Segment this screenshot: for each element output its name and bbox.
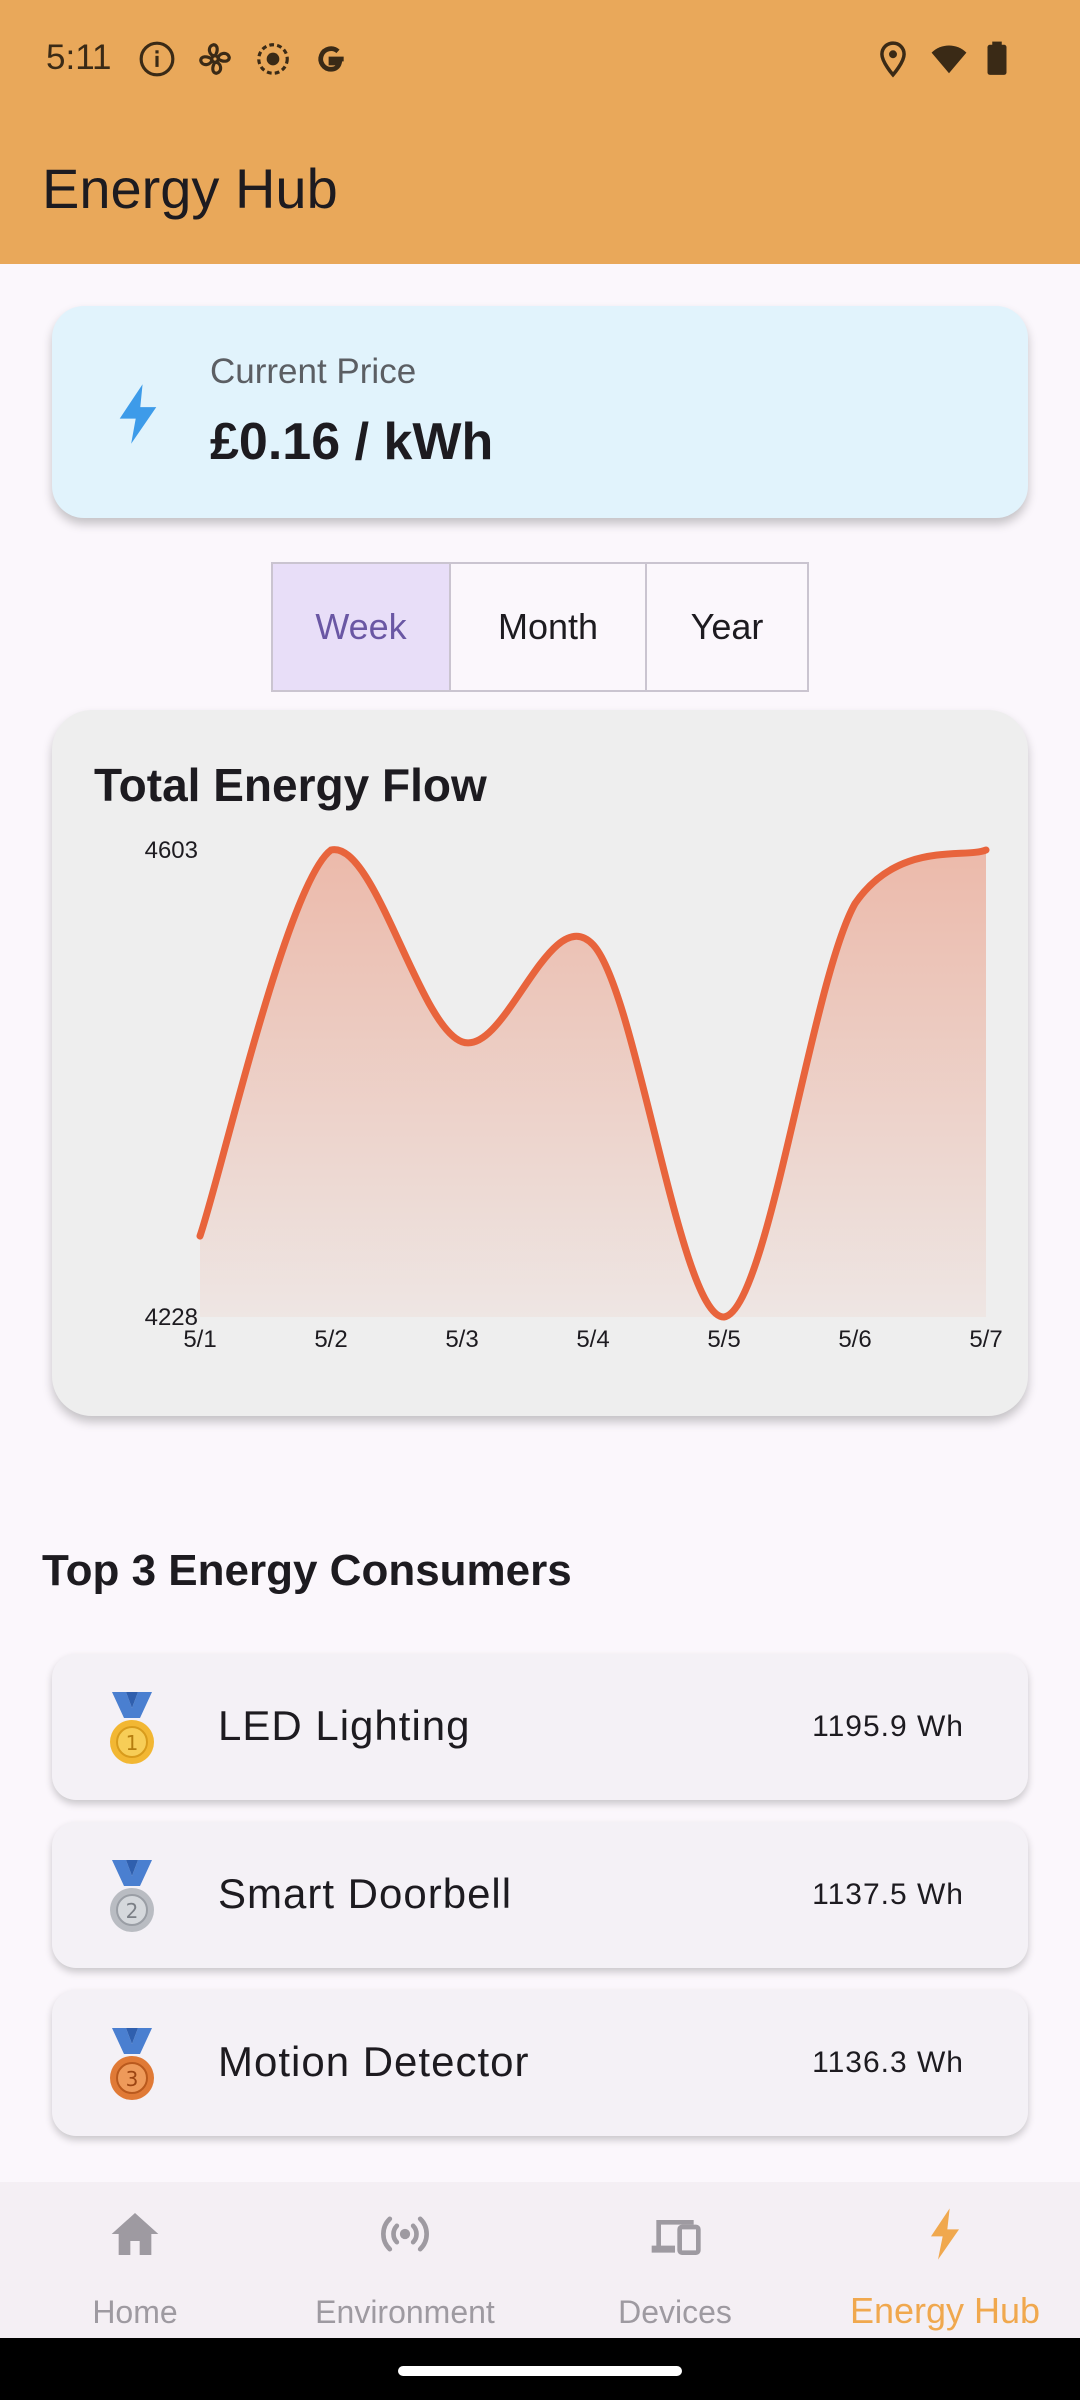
period-option-year[interactable]: Year <box>647 564 807 690</box>
nav-label-energy-hub: Energy Hub <box>849 2290 1041 2331</box>
consumer-name: Smart Doorbell <box>218 1870 513 1917</box>
nav-item-energy-hub[interactable]: Energy Hub <box>810 2182 1080 2338</box>
nav-item-home[interactable]: Home <box>0 2182 270 2338</box>
period-option-week[interactable]: Week <box>273 564 451 690</box>
nav-item-environment[interactable]: Environment <box>270 2182 540 2338</box>
silver-medal-icon: 2 <box>110 1860 154 1932</box>
wifi-icon <box>931 45 967 74</box>
energy-flow-chart-card: Total Energy Flow 5/1 5/2 5/3 5/4 5/5 5/6 5/7 4… <box>52 710 1028 1416</box>
x-tick-label: 5/5 <box>707 1326 740 1353</box>
info-icon <box>139 41 175 77</box>
consumer-name: Motion Detector <box>218 2038 530 2085</box>
devices-icon <box>651 2220 701 2255</box>
app-bar: 5:11 Energy Hub <box>0 0 1080 264</box>
bolt-icon <box>931 2208 959 2260</box>
page-title: Energy Hub <box>42 157 338 220</box>
record-icon <box>257 43 289 75</box>
x-tick-label: 5/6 <box>838 1326 871 1353</box>
x-tick-label: 5/7 <box>969 1326 1002 1353</box>
consumer-value: 1137.5 Wh <box>812 1878 964 1911</box>
period-selector: Week Month Year <box>271 562 809 692</box>
sensors-icon <box>381 2216 429 2252</box>
svg-text:1: 1 <box>126 1731 139 1755</box>
list-item[interactable]: 1 LED Lighting 1195.9 Wh <box>52 1654 1028 1800</box>
x-tick-label: 5/4 <box>576 1326 609 1353</box>
svg-text:2: 2 <box>126 1899 139 1923</box>
chart-area-fill <box>200 849 986 1318</box>
bottom-navigation: Home Environment Devices Energy Hub <box>0 2182 1080 2338</box>
list-item[interactable]: 3 Motion Detector 1136.3 Wh <box>52 1990 1028 2136</box>
status-bar: 5:11 <box>0 0 1080 120</box>
x-tick-label: 5/2 <box>314 1326 347 1353</box>
list-item[interactable]: 2 Smart Doorbell 1137.5 Wh <box>52 1822 1028 1968</box>
consumer-name: LED Lighting <box>218 1702 471 1749</box>
energy-flow-chart: 5/1 5/2 5/3 5/4 5/5 5/6 5/746034228 <box>145 837 1003 1353</box>
svg-text:3: 3 <box>126 2067 139 2091</box>
x-tick-label: 5/3 <box>445 1326 478 1353</box>
gold-medal-icon: 1 <box>110 1692 154 1764</box>
fan-icon <box>199 43 231 75</box>
google-icon <box>318 46 344 72</box>
home-gesture-handle[interactable] <box>398 2366 682 2376</box>
bolt-icon <box>119 384 157 444</box>
status-time: 5:11 <box>46 38 112 77</box>
consumer-value: 1136.3 Wh <box>812 2046 964 2079</box>
price-value: £0.16 / kWh <box>210 413 494 471</box>
period-option-month[interactable]: Month <box>451 564 647 690</box>
bronze-medal-icon: 3 <box>110 2028 154 2100</box>
home-icon <box>111 2213 159 2255</box>
nav-label-home: Home <box>92 2294 178 2330</box>
current-price-card: Current Price £0.16 / kWh <box>52 306 1028 518</box>
consumer-value: 1195.9 Wh <box>812 1710 964 1743</box>
location-icon <box>880 41 906 78</box>
nav-label-environment: Environment <box>315 2294 495 2330</box>
y-tick-label: 4228 <box>145 1304 198 1331</box>
battery-icon <box>987 41 1007 75</box>
system-gesture-bar <box>0 2338 1080 2400</box>
nav-label-devices: Devices <box>618 2294 732 2330</box>
y-tick-label: 4603 <box>145 837 198 864</box>
nav-item-devices[interactable]: Devices <box>540 2182 810 2338</box>
price-label: Current Price <box>210 352 417 391</box>
top-consumers-title: Top 3 Energy Consumers <box>42 1546 572 1595</box>
